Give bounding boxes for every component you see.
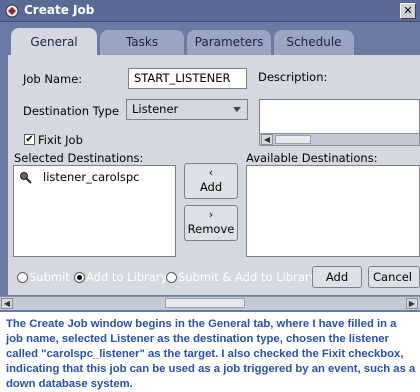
description-label: Description: bbox=[258, 70, 328, 84]
destination-type-label: Destination Type bbox=[23, 104, 120, 118]
add-destination-button[interactable]: ‹ Add bbox=[184, 163, 238, 199]
remove-destination-label: Remove bbox=[187, 222, 235, 236]
add-destination-label: Add bbox=[199, 180, 223, 194]
scroll-left-icon[interactable]: ◀ bbox=[261, 134, 273, 145]
selected-destinations-list[interactable]: listener_carolspc bbox=[13, 165, 176, 257]
tab-general[interactable]: General bbox=[11, 28, 97, 57]
submit-and-add-radio-label: Submit & Add to Library bbox=[178, 270, 317, 284]
submit-radio[interactable] bbox=[17, 272, 28, 283]
tab-tasks[interactable]: Tasks bbox=[100, 30, 184, 55]
submit-radio-label: Submit bbox=[29, 270, 70, 284]
destination-name: listener_carolspc bbox=[43, 170, 140, 184]
fixit-label: Fixit Job bbox=[38, 133, 83, 147]
tab-tasks-label: Tasks bbox=[125, 35, 159, 49]
destination-type-value: Listener bbox=[132, 102, 179, 116]
available-destinations-label: Available Destinations: bbox=[246, 151, 378, 165]
title-bar: Create Job ✕ bbox=[0, 0, 420, 22]
job-name-input[interactable]: START_LISTENER bbox=[128, 68, 247, 89]
selected-destinations-label: Selected Destinations: bbox=[14, 151, 144, 165]
add-to-library-radio-label: Add to Library bbox=[86, 270, 168, 284]
destination-type-select[interactable]: Listener bbox=[126, 99, 248, 120]
available-destinations-list[interactable] bbox=[246, 165, 420, 257]
caption-text: The Create Job window begins in the Gene… bbox=[6, 318, 416, 390]
submit-and-add-radio[interactable] bbox=[166, 272, 177, 283]
remove-destination-button[interactable]: › Remove bbox=[184, 205, 238, 241]
window-title: Create Job bbox=[24, 3, 95, 17]
job-name-label: Job Name: bbox=[23, 72, 83, 86]
tab-schedule-label: Schedule bbox=[286, 35, 342, 49]
tab-general-label: General bbox=[30, 35, 78, 49]
scroll-left-icon[interactable]: ◀ bbox=[1, 298, 13, 309]
fixit-checkbox[interactable]: ✔ bbox=[24, 134, 35, 145]
window-scrollbar[interactable]: ◀ ▶ bbox=[0, 296, 420, 310]
description-scrollbar[interactable]: ◀ bbox=[259, 133, 420, 146]
cancel-button[interactable]: Cancel bbox=[368, 266, 420, 288]
add-button[interactable]: Add bbox=[312, 266, 362, 288]
app-icon bbox=[5, 3, 19, 18]
tab-parameters-label: Parameters bbox=[194, 35, 264, 49]
chevron-down-icon bbox=[233, 107, 241, 112]
chevron-right-icon: › bbox=[208, 208, 214, 221]
listener-icon bbox=[19, 170, 33, 184]
scroll-thumb[interactable] bbox=[165, 298, 245, 308]
chevron-left-icon: ‹ bbox=[208, 166, 214, 179]
scroll-right-icon[interactable]: ▶ bbox=[406, 298, 418, 309]
scroll-thumb[interactable] bbox=[275, 135, 311, 144]
tab-schedule[interactable]: Schedule bbox=[274, 30, 354, 55]
create-job-window: Create Job ✕ General Tasks Parameters Sc… bbox=[0, 0, 420, 312]
tab-parameters[interactable]: Parameters bbox=[187, 30, 271, 55]
add-to-library-radio[interactable] bbox=[74, 272, 85, 283]
close-icon[interactable]: ✕ bbox=[400, 3, 416, 19]
